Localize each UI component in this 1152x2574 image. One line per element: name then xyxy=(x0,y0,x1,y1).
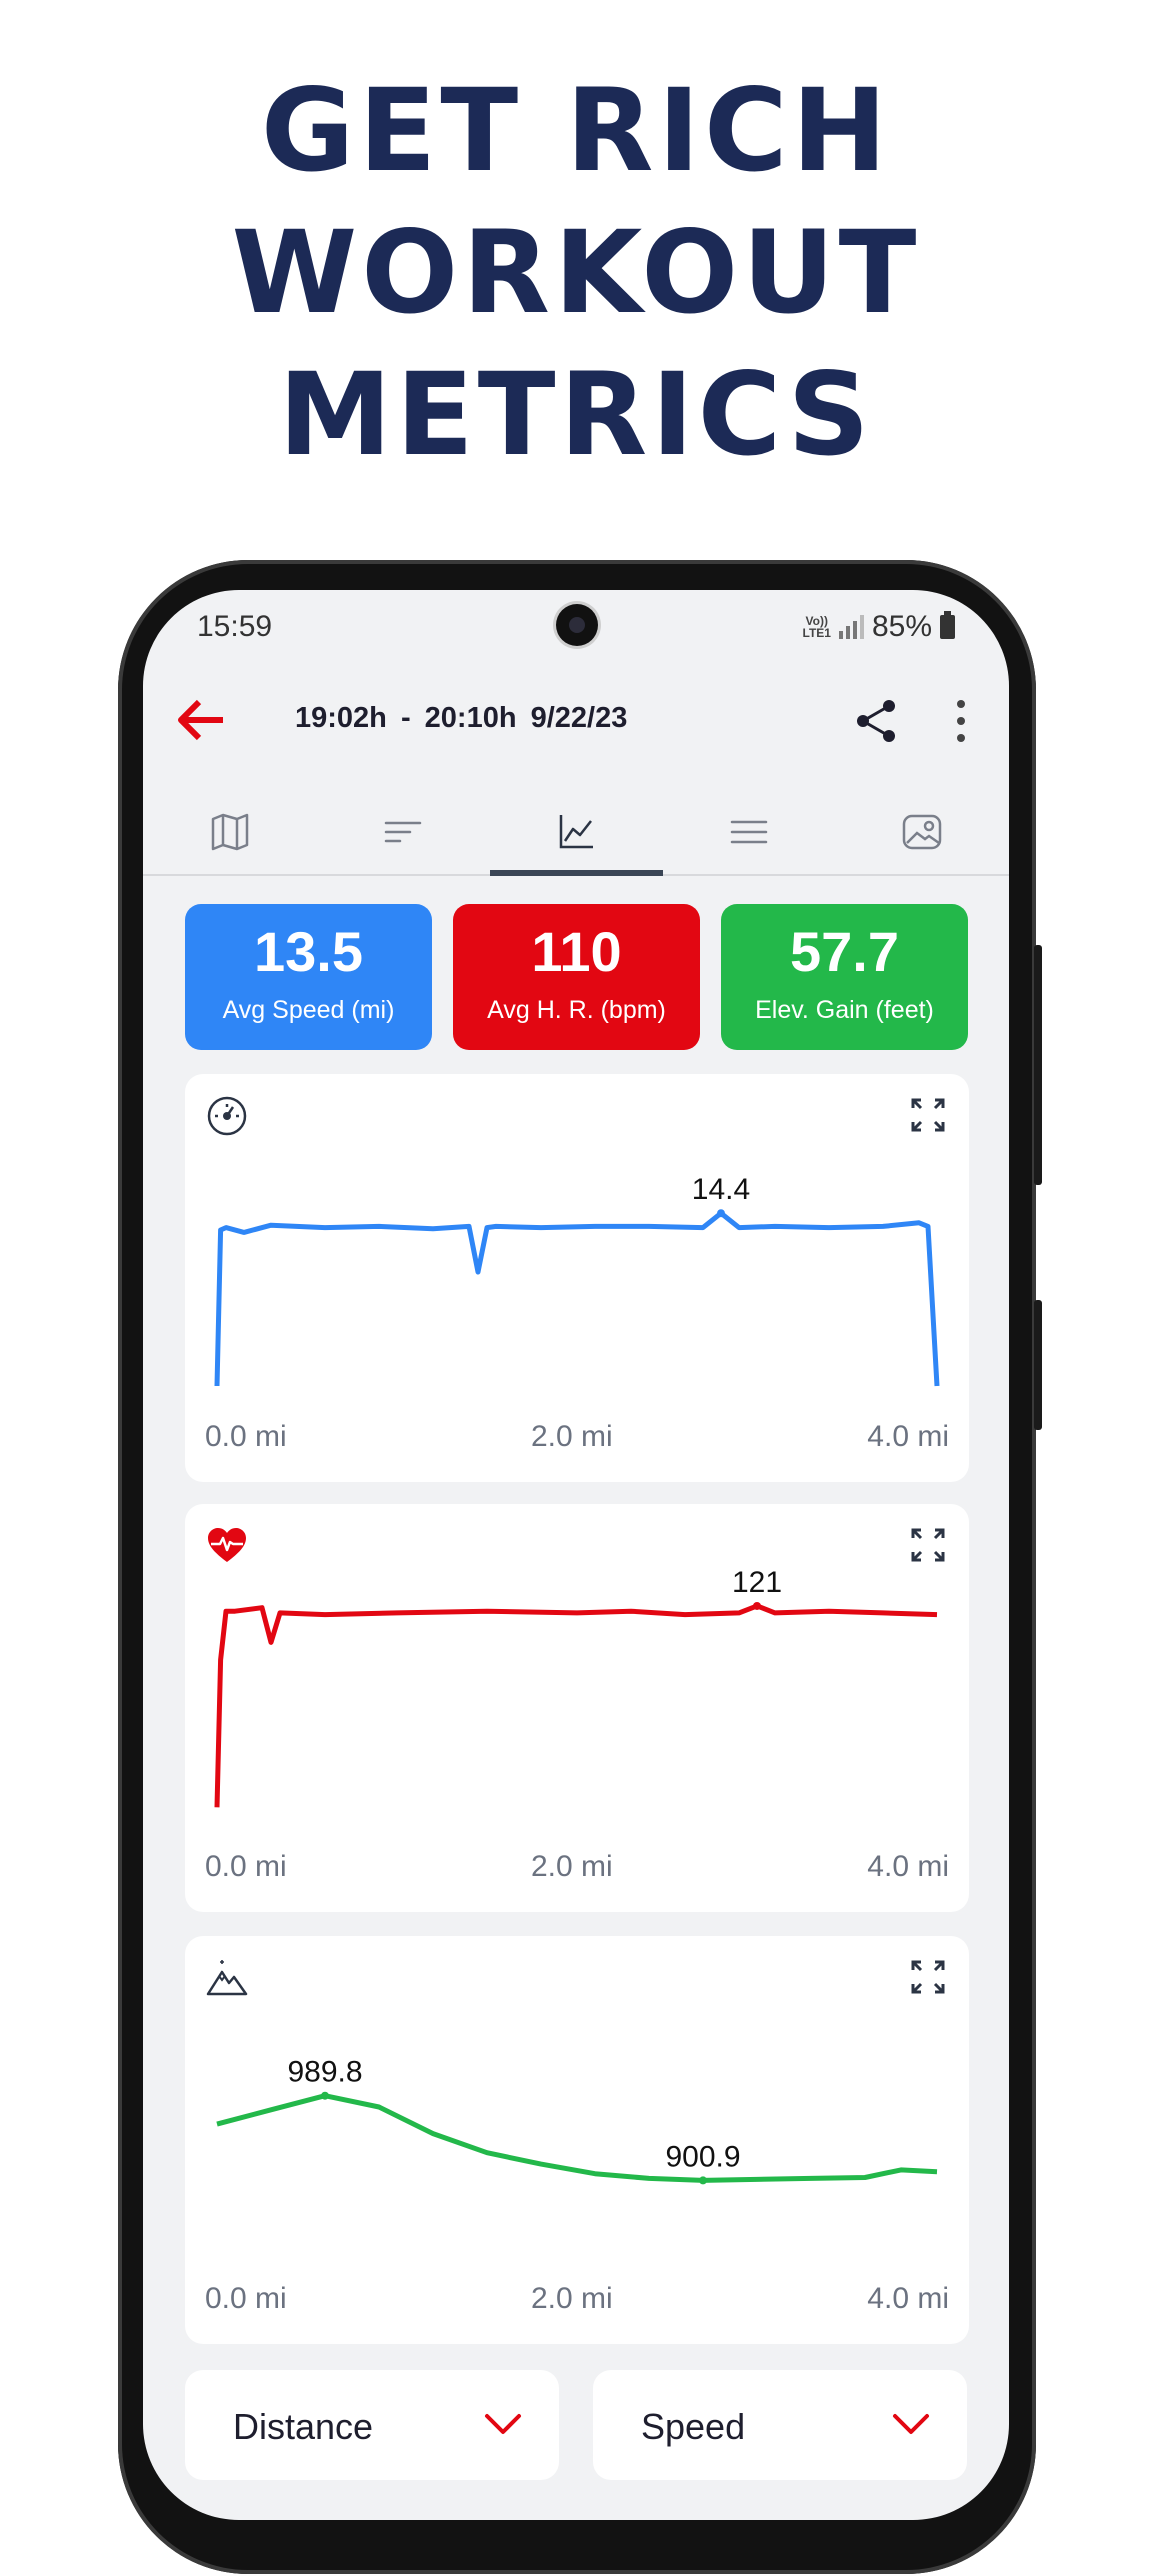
app-bar: 19:02h - 20:10h 9/22/23 xyxy=(143,670,1009,770)
speed-chart-card: 14.4 0.0 mi 2.0 mi 4.0 mi xyxy=(185,1074,969,1482)
elev-gain-label: Elev. Gain (feet) xyxy=(755,996,934,1024)
tab-photos[interactable] xyxy=(835,790,1008,874)
active-tab-indicator xyxy=(490,870,663,876)
more-vert-icon[interactable] xyxy=(951,696,971,746)
avg-hr-value: 110 xyxy=(531,920,622,983)
phone-screen: 15:59 Vo)) LTE1 85% 19:02h - 20:10h 9/22/… xyxy=(143,590,1009,2520)
y-axis-dropdown[interactable]: Speed xyxy=(593,2370,967,2480)
sort-lines-icon xyxy=(384,821,421,843)
series-line xyxy=(214,1210,940,1387)
headline-line-3: METRICS xyxy=(278,348,874,481)
x-axis-dropdown[interactable]: Distance xyxy=(185,2370,559,2480)
headline-line-1: GET RICH xyxy=(260,64,892,197)
workout-time-range: 19:02h - 20:10h 9/22/23 xyxy=(295,702,628,734)
x-axis-dropdown-value: Distance xyxy=(233,2406,374,2447)
x-tick-start: 0.0 mi xyxy=(205,2282,287,2315)
y-axis-dropdown-value: Speed xyxy=(641,2406,746,2447)
share-icon[interactable] xyxy=(851,696,901,746)
battery-percent: 85% xyxy=(871,610,932,643)
annotation-point xyxy=(321,2091,329,2100)
map-icon xyxy=(211,813,248,851)
headline-line-2: WORKOUT xyxy=(231,206,921,339)
annotation-label: 14.4 xyxy=(692,1173,750,1206)
x-tick-start: 0.0 mi xyxy=(205,1850,287,1883)
tab-bar xyxy=(143,790,1009,876)
x-tick-start: 0.0 mi xyxy=(205,1420,287,1453)
elevation-chart-card: 989.8 900.9 0.0 mi 2.0 mi 4.0 mi xyxy=(185,1936,969,2344)
x-tick-mid: 2.0 mi xyxy=(531,1850,613,1883)
back-arrow-icon[interactable] xyxy=(177,696,227,744)
x-tick-end: 4.0 mi xyxy=(867,2282,949,2315)
elev-gain-value: 57.7 xyxy=(790,920,899,983)
power-button xyxy=(1034,945,1042,1185)
promo-headline: GET RICH WORKOUT METRICS xyxy=(0,60,1152,486)
annotation-point xyxy=(717,1209,725,1218)
front-camera xyxy=(556,604,598,646)
x-tick-mid: 2.0 mi xyxy=(531,2282,613,2315)
series-line xyxy=(214,1603,938,1808)
photo-icon xyxy=(902,814,941,850)
chevron-down-icon xyxy=(485,2414,521,2434)
battery-icon xyxy=(940,611,955,639)
status-bar: 15:59 Vo)) LTE1 85% xyxy=(143,590,1009,670)
annotation-label: 989.8 xyxy=(287,2056,362,2089)
list-lines-icon xyxy=(730,820,767,844)
annotation-point xyxy=(753,1601,761,1610)
tab-charts[interactable] xyxy=(489,790,662,874)
heart-rate-chart-card: 121 0.0 mi 2.0 mi 4.0 mi xyxy=(185,1504,969,1912)
avg-hr-card: 110 Avg H. R. (bpm) xyxy=(453,904,700,1050)
lte-icon: Vo)) LTE1 xyxy=(802,614,831,640)
status-time: 15:59 xyxy=(197,610,273,643)
series-line xyxy=(216,2093,938,2183)
avg-speed-label: Avg Speed (mi) xyxy=(222,996,395,1024)
signal-icon xyxy=(838,615,864,639)
x-tick-end: 4.0 mi xyxy=(867,1420,949,1453)
tab-map[interactable] xyxy=(143,790,316,874)
avg-speed-card: 13.5 Avg Speed (mi) xyxy=(185,904,432,1050)
x-tick-mid: 2.0 mi xyxy=(531,1420,613,1453)
annotation-point xyxy=(699,2176,707,2185)
tab-laps[interactable] xyxy=(316,790,489,874)
annotation-label: 900.9 xyxy=(665,2140,740,2173)
volume-button xyxy=(1034,1300,1042,1430)
elev-gain-card: 57.7 Elev. Gain (feet) xyxy=(721,904,968,1050)
avg-speed-value: 13.5 xyxy=(254,920,363,983)
chart-icon xyxy=(559,815,593,849)
avg-hr-label: Avg H. R. (bpm) xyxy=(487,996,666,1024)
x-tick-end: 4.0 mi xyxy=(867,1850,949,1883)
tab-details[interactable] xyxy=(662,790,835,874)
annotation-label: 121 xyxy=(732,1566,782,1599)
chevron-down-icon xyxy=(893,2414,929,2434)
